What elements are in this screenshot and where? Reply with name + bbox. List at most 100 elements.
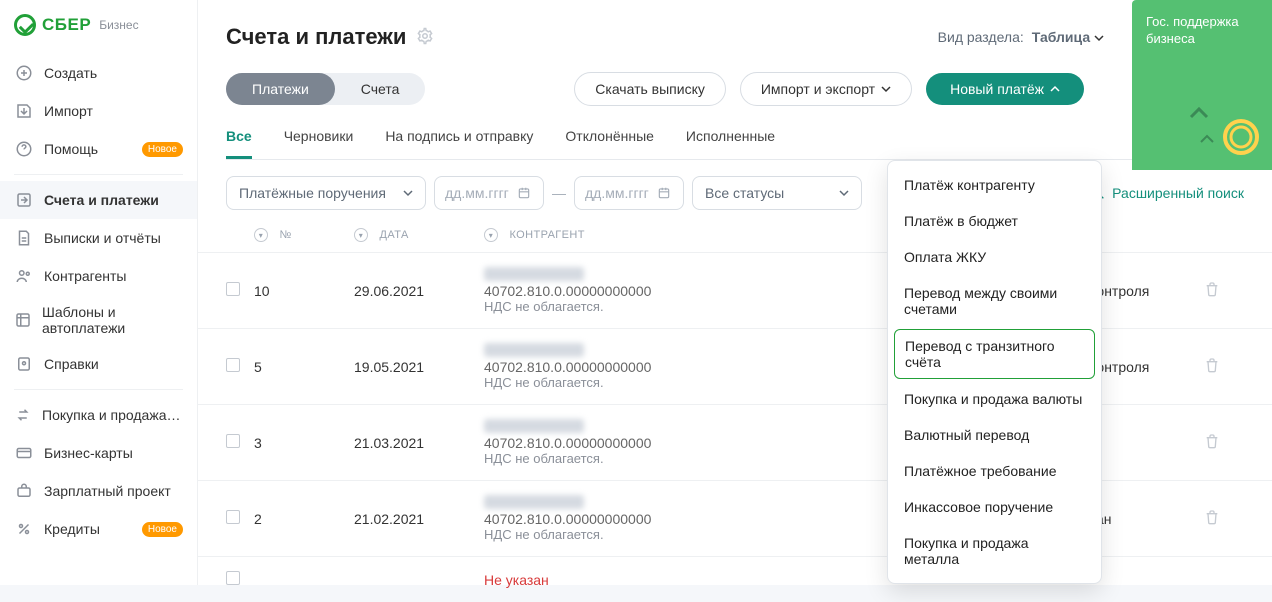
table-row[interactable]: 10 29.06.2021 40702.810.0.00000000000 НД… bbox=[198, 252, 1272, 328]
col-header-date[interactable]: ДАТА bbox=[379, 229, 408, 241]
document-icon bbox=[14, 228, 34, 248]
row-checkbox[interactable] bbox=[226, 434, 240, 448]
delete-icon[interactable] bbox=[1204, 512, 1220, 528]
doc-type-select[interactable]: Платёжные поручения bbox=[226, 176, 426, 210]
dropdown-item[interactable]: Покупка и продажа валюты bbox=[888, 381, 1101, 417]
dropdown-item[interactable]: Покупка и продажа металла bbox=[888, 525, 1101, 577]
settings-gear-icon[interactable] bbox=[416, 27, 434, 48]
table-row[interactable]: Не указан bbox=[198, 556, 1272, 602]
promo-decoration-icon bbox=[1176, 87, 1266, 162]
dropdown-item[interactable]: Оплата ЖКУ bbox=[888, 239, 1101, 275]
extended-search-link[interactable]: Расширенный поиск bbox=[1090, 185, 1244, 201]
sidebar-statements[interactable]: Выписки и отчёты bbox=[0, 219, 197, 257]
status-select[interactable]: Все статусы bbox=[692, 176, 862, 210]
sidebar-salary-project[interactable]: Зарплатный проект bbox=[0, 472, 197, 510]
sidebar-import[interactable]: Импорт bbox=[0, 92, 197, 130]
sber-logo-icon bbox=[14, 14, 36, 36]
users-icon bbox=[14, 266, 34, 286]
view-label: Вид раздела: bbox=[938, 29, 1024, 45]
cell-number: 5 bbox=[254, 359, 354, 375]
logo-sub: Бизнес bbox=[99, 18, 138, 32]
cell-date: 19.05.2021 bbox=[354, 359, 484, 375]
sidebar-item-label: Справки bbox=[44, 356, 99, 372]
sidebar-item-label: Помощь bbox=[44, 141, 98, 157]
sidebar-counterparties[interactable]: Контрагенты bbox=[0, 257, 197, 295]
dropdown-item[interactable]: Перевод между своими счетами bbox=[888, 275, 1101, 327]
col-header-number[interactable]: № bbox=[279, 229, 291, 241]
segment-accounts[interactable]: Счета bbox=[335, 73, 426, 105]
tab-drafts[interactable]: Черновики bbox=[284, 128, 354, 159]
import-export-button[interactable]: Импорт и экспорт bbox=[740, 72, 912, 106]
new-payment-button[interactable]: Новый платёж bbox=[926, 73, 1084, 105]
counterparty-name-blurred bbox=[484, 419, 584, 433]
tab-all[interactable]: Все bbox=[226, 128, 252, 159]
sort-icon[interactable]: ▾ bbox=[354, 228, 368, 242]
view-select[interactable]: Таблица bbox=[1032, 29, 1104, 45]
cell-counterparty: 40702.810.0.00000000000 НДС не облагаетс… bbox=[484, 267, 924, 314]
cell-counterparty: 40702.810.0.00000000000 НДС не облагаетс… bbox=[484, 495, 924, 542]
sidebar-item-label: Создать bbox=[44, 65, 97, 81]
chevron-up-icon bbox=[1050, 84, 1060, 94]
dropdown-item[interactable]: Платёжное требование bbox=[888, 453, 1101, 489]
cell-counterparty: 40702.810.0.00000000000 НДС не облагаетс… bbox=[484, 343, 924, 390]
row-checkbox[interactable] bbox=[226, 510, 240, 524]
cell-date: 29.06.2021 bbox=[354, 283, 484, 299]
calendar-icon bbox=[517, 186, 531, 200]
arrow-right-box-icon bbox=[14, 190, 34, 210]
sort-icon[interactable]: ▾ bbox=[254, 228, 268, 242]
sidebar-business-cards[interactable]: Бизнес-карты bbox=[0, 434, 197, 472]
cell-number: 3 bbox=[254, 435, 354, 451]
row-checkbox[interactable] bbox=[226, 282, 240, 296]
delete-icon[interactable] bbox=[1204, 284, 1220, 300]
sidebar-credits[interactable]: Кредиты Новое bbox=[0, 510, 197, 548]
new-badge: Новое bbox=[142, 522, 183, 537]
counterparty-name-blurred bbox=[484, 343, 584, 357]
delete-icon[interactable] bbox=[1204, 436, 1220, 452]
logo[interactable]: СБЕР Бизнес bbox=[0, 0, 197, 46]
sidebar-certificates[interactable]: Справки bbox=[0, 345, 197, 383]
dropdown-item[interactable]: Перевод с транзитного счёта bbox=[894, 329, 1095, 379]
dropdown-item[interactable]: Инкассовое поручение bbox=[888, 489, 1101, 525]
row-checkbox[interactable] bbox=[226, 358, 240, 372]
sort-icon[interactable]: ▾ bbox=[484, 228, 498, 242]
page-title: Счета и платежи bbox=[226, 24, 406, 50]
sidebar-accounts-payments[interactable]: Счета и платежи bbox=[0, 181, 197, 219]
payments-table: ▾ № ▾ ДАТА ▾ КОНТРАГЕНТ ус 10 29.06.2021… bbox=[198, 218, 1272, 602]
exchange-icon bbox=[14, 405, 32, 425]
table-row[interactable]: 2 21.02.2021 40702.810.0.00000000000 НДС… bbox=[198, 480, 1272, 556]
calendar-icon bbox=[657, 186, 671, 200]
dropdown-item[interactable]: Валютный перевод bbox=[888, 417, 1101, 453]
table-row[interactable]: 5 19.05.2021 40702.810.0.00000000000 НДС… bbox=[198, 328, 1272, 404]
delete-icon[interactable] bbox=[1204, 360, 1220, 376]
sidebar-help[interactable]: Помощь Новое bbox=[0, 130, 197, 168]
question-circle-icon bbox=[14, 139, 34, 159]
cell-counterparty: 40702.810.0.00000000000 НДС не облагаетс… bbox=[484, 419, 924, 466]
tab-executed[interactable]: Исполненные bbox=[686, 128, 775, 159]
download-statement-button[interactable]: Скачать выписку bbox=[574, 72, 726, 106]
date-to-input[interactable]: дд.мм.гггг bbox=[574, 176, 684, 210]
date-from-input[interactable]: дд.мм.гггг bbox=[434, 176, 544, 210]
sidebar-currency-exchange[interactable]: Покупка и продажа валют bbox=[0, 396, 197, 434]
row-checkbox[interactable] bbox=[226, 571, 240, 585]
sidebar: СБЕР Бизнес Создать Импорт Помощь Новое … bbox=[0, 0, 198, 585]
col-header-counterparty[interactable]: КОНТРАГЕНТ bbox=[509, 229, 584, 241]
tab-rejected[interactable]: Отклонённые bbox=[565, 128, 654, 159]
card-icon bbox=[14, 443, 34, 463]
sidebar-templates[interactable]: Шаблоны и автоплатежи bbox=[0, 295, 197, 345]
tab-to-sign[interactable]: На подпись и отправку bbox=[385, 128, 533, 159]
table-row[interactable]: 3 21.03.2021 40702.810.0.00000000000 НДС… bbox=[198, 404, 1272, 480]
cell-date: 21.02.2021 bbox=[354, 511, 484, 527]
sidebar-create[interactable]: Создать bbox=[0, 54, 197, 92]
promo-banner[interactable]: Гос. поддержка бизнеса bbox=[1132, 0, 1272, 170]
status-tabs: Все Черновики На подпись и отправку Откл… bbox=[226, 128, 1244, 160]
cell-date: 21.03.2021 bbox=[354, 435, 484, 451]
date-range-dash: — bbox=[552, 185, 566, 201]
promo-line1: Гос. поддержка bbox=[1146, 14, 1258, 31]
not-specified-label: Не указан bbox=[484, 572, 549, 588]
segment-payments[interactable]: Платежи bbox=[226, 73, 335, 105]
counterparty-name-blurred bbox=[484, 267, 584, 281]
sidebar-item-label: Импорт bbox=[44, 103, 93, 119]
dropdown-item[interactable]: Платёж в бюджет bbox=[888, 203, 1101, 239]
dropdown-item[interactable]: Платёж контрагенту bbox=[888, 167, 1101, 203]
sidebar-item-label: Кредиты bbox=[44, 521, 100, 537]
